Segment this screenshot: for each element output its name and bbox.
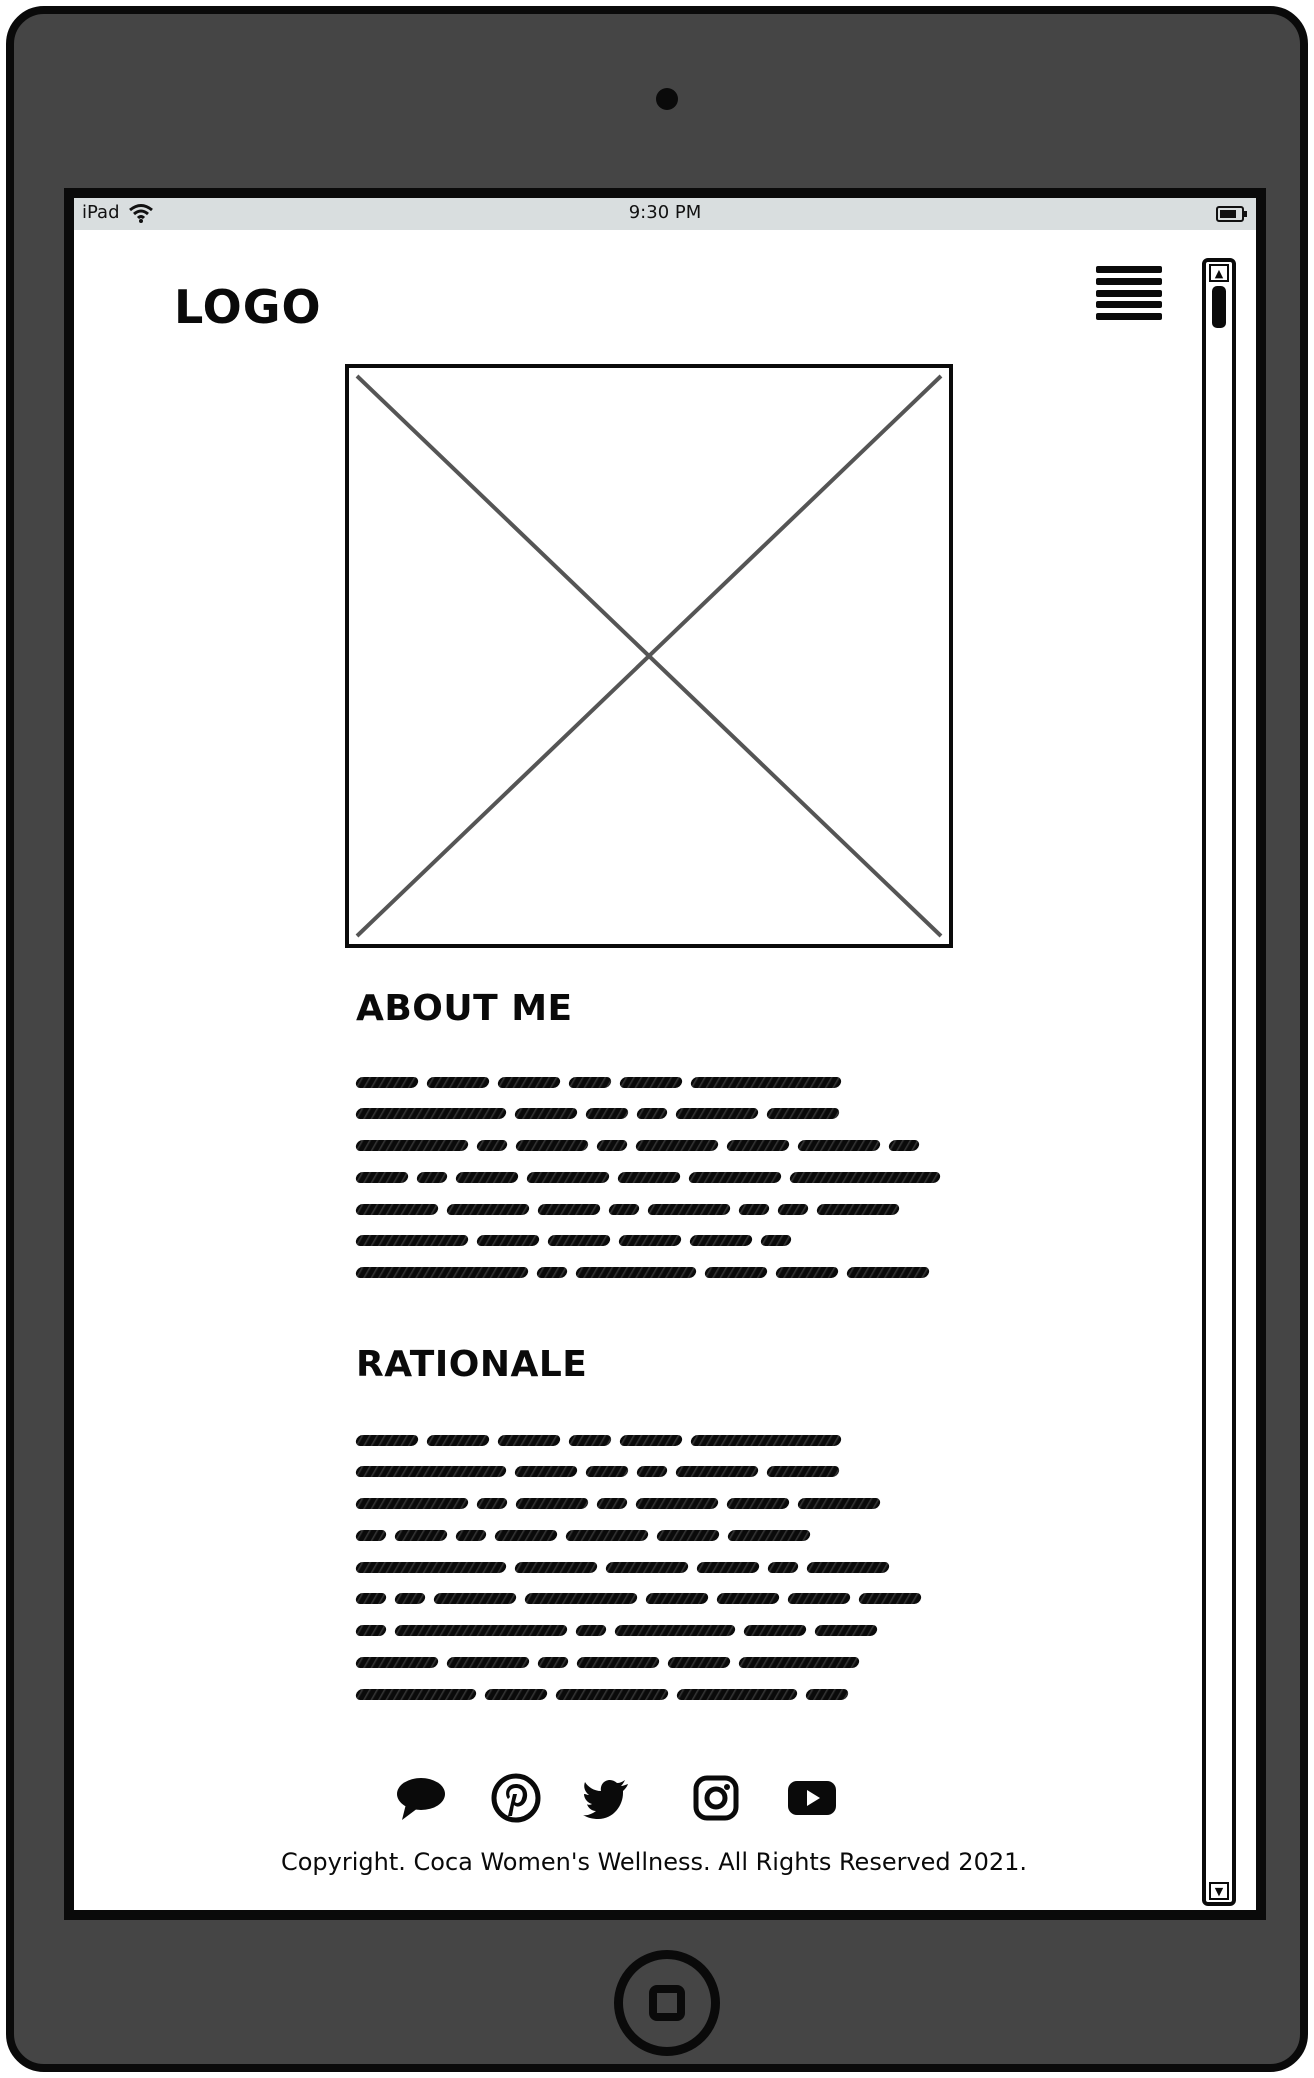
scribble-line xyxy=(354,1559,956,1575)
scroll-thumb[interactable] xyxy=(1212,286,1226,328)
scribble-line xyxy=(354,1233,956,1249)
scribble-line xyxy=(354,1432,956,1448)
hamburger-bar xyxy=(1096,289,1162,297)
about-me-heading: ABOUT ME xyxy=(356,988,573,1029)
screen: iPad 9:30 PM LOGO ▲ ▼ ABOUT ME RATIONALE… xyxy=(64,188,1266,1920)
scribble-line xyxy=(354,1265,956,1281)
hamburger-bar xyxy=(1096,277,1162,285)
footer-copyright: Copyright. Coca Women's Wellness. All Ri… xyxy=(280,1848,1027,1876)
rationale-placeholder-text xyxy=(354,1432,956,1718)
hamburger-menu-icon[interactable] xyxy=(1096,266,1162,320)
home-square-icon xyxy=(649,1985,685,2021)
scribble-line xyxy=(354,1527,956,1543)
battery-icon xyxy=(1216,206,1247,222)
scribble-line xyxy=(354,1464,956,1480)
scribble-line xyxy=(354,1655,956,1671)
site-logo[interactable]: LOGO xyxy=(174,280,322,334)
vertical-scrollbar[interactable]: ▲ ▼ xyxy=(1202,258,1236,1906)
hamburger-bar xyxy=(1096,313,1162,320)
status-bar: iPad 9:30 PM xyxy=(74,198,1256,230)
scribble-line xyxy=(354,1201,956,1217)
scribble-line xyxy=(354,1138,956,1154)
tablet-device-frame: iPad 9:30 PM LOGO ▲ ▼ ABOUT ME RATIONALE… xyxy=(6,6,1308,2072)
chat-bubble-icon[interactable] xyxy=(394,1772,446,1824)
scribble-line xyxy=(354,1623,956,1639)
camera-icon xyxy=(656,88,678,110)
hamburger-bar xyxy=(1096,301,1162,309)
image-placeholder-cross-icon xyxy=(355,374,943,938)
status-time: 9:30 PM xyxy=(628,202,702,223)
image-placeholder xyxy=(345,364,953,948)
scribble-line xyxy=(354,1686,956,1702)
scribble-line xyxy=(354,1106,956,1122)
scroll-down-arrow-icon[interactable]: ▼ xyxy=(1209,1882,1229,1900)
scribble-line xyxy=(354,1169,956,1185)
youtube-icon[interactable] xyxy=(786,1772,838,1824)
rationale-heading: RATIONALE xyxy=(356,1344,588,1385)
pinterest-icon[interactable] xyxy=(490,1772,542,1824)
scribble-line xyxy=(354,1496,956,1512)
home-button[interactable] xyxy=(614,1950,720,2056)
hamburger-bar xyxy=(1096,266,1162,273)
instagram-icon[interactable] xyxy=(690,1772,742,1824)
scribble-line xyxy=(354,1591,956,1607)
twitter-icon[interactable] xyxy=(582,1772,634,1824)
social-links xyxy=(394,1772,914,1826)
scroll-up-arrow-icon[interactable]: ▲ xyxy=(1209,264,1229,282)
about-me-placeholder-text xyxy=(354,1074,956,1297)
scribble-line xyxy=(354,1074,956,1090)
